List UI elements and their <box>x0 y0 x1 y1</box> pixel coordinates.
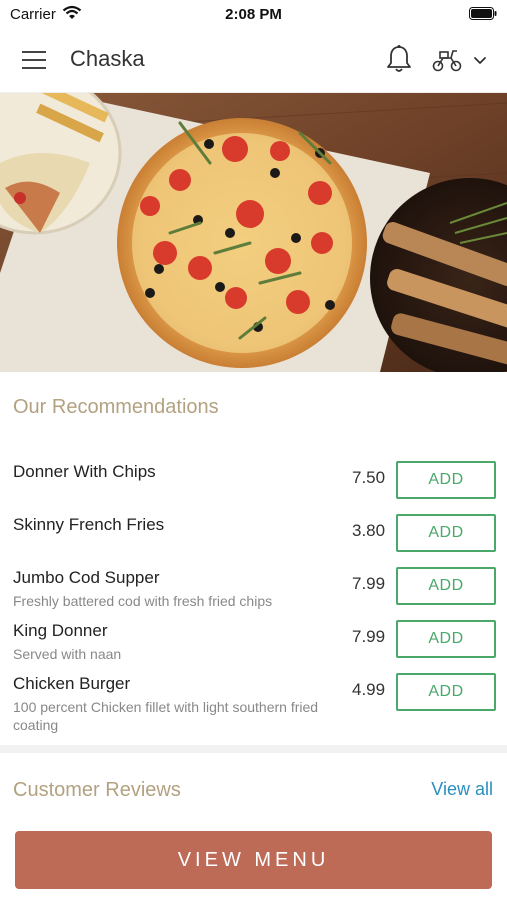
page-title: Chaska <box>70 46 145 71</box>
item-price: 7.99 <box>352 627 386 646</box>
view-menu-button[interactable]: VIEW MENU <box>15 831 492 889</box>
recommendations-heading: Our Recommendations <box>13 396 219 418</box>
item-description: Freshly battered cod with fresh fried ch… <box>13 593 273 609</box>
item-name: Donner With Chips <box>13 462 156 481</box>
menu-icon[interactable] <box>22 49 48 71</box>
item-price: 4.99 <box>352 680 386 699</box>
add-button[interactable]: ADD <box>396 514 496 552</box>
status-bar: Carrier 2:08 PM <box>0 0 507 28</box>
item-price: 7.99 <box>352 574 386 593</box>
item-description: 100 percent Chicken fillet with light so… <box>13 699 319 733</box>
add-button[interactable]: ADD <box>396 567 496 605</box>
bell-icon[interactable] <box>385 44 413 74</box>
item-name: Chicken Burger <box>13 674 131 693</box>
chevron-down-icon[interactable] <box>470 50 490 70</box>
add-button[interactable]: ADD <box>396 620 496 658</box>
section-divider <box>0 745 507 753</box>
reviews-heading: Customer Reviews <box>13 779 181 801</box>
scooter-icon[interactable] <box>431 46 463 74</box>
item-name: Skinny French Fries <box>13 515 165 534</box>
item-description: Served with naan <box>13 646 122 662</box>
item-price: 3.80 <box>352 521 386 540</box>
item-name: King Donner <box>13 621 108 640</box>
item-price: 7.50 <box>352 468 386 487</box>
status-time: 2:08 PM <box>225 6 282 23</box>
add-button[interactable]: ADD <box>396 673 496 711</box>
battery-icon <box>469 7 497 20</box>
item-name: Jumbo Cod Supper <box>13 568 160 587</box>
view-all-link[interactable]: View all <box>431 779 493 800</box>
hero-food-image <box>0 93 507 372</box>
add-button[interactable]: ADD <box>396 461 496 499</box>
nav-bar: Chaska <box>0 28 507 93</box>
